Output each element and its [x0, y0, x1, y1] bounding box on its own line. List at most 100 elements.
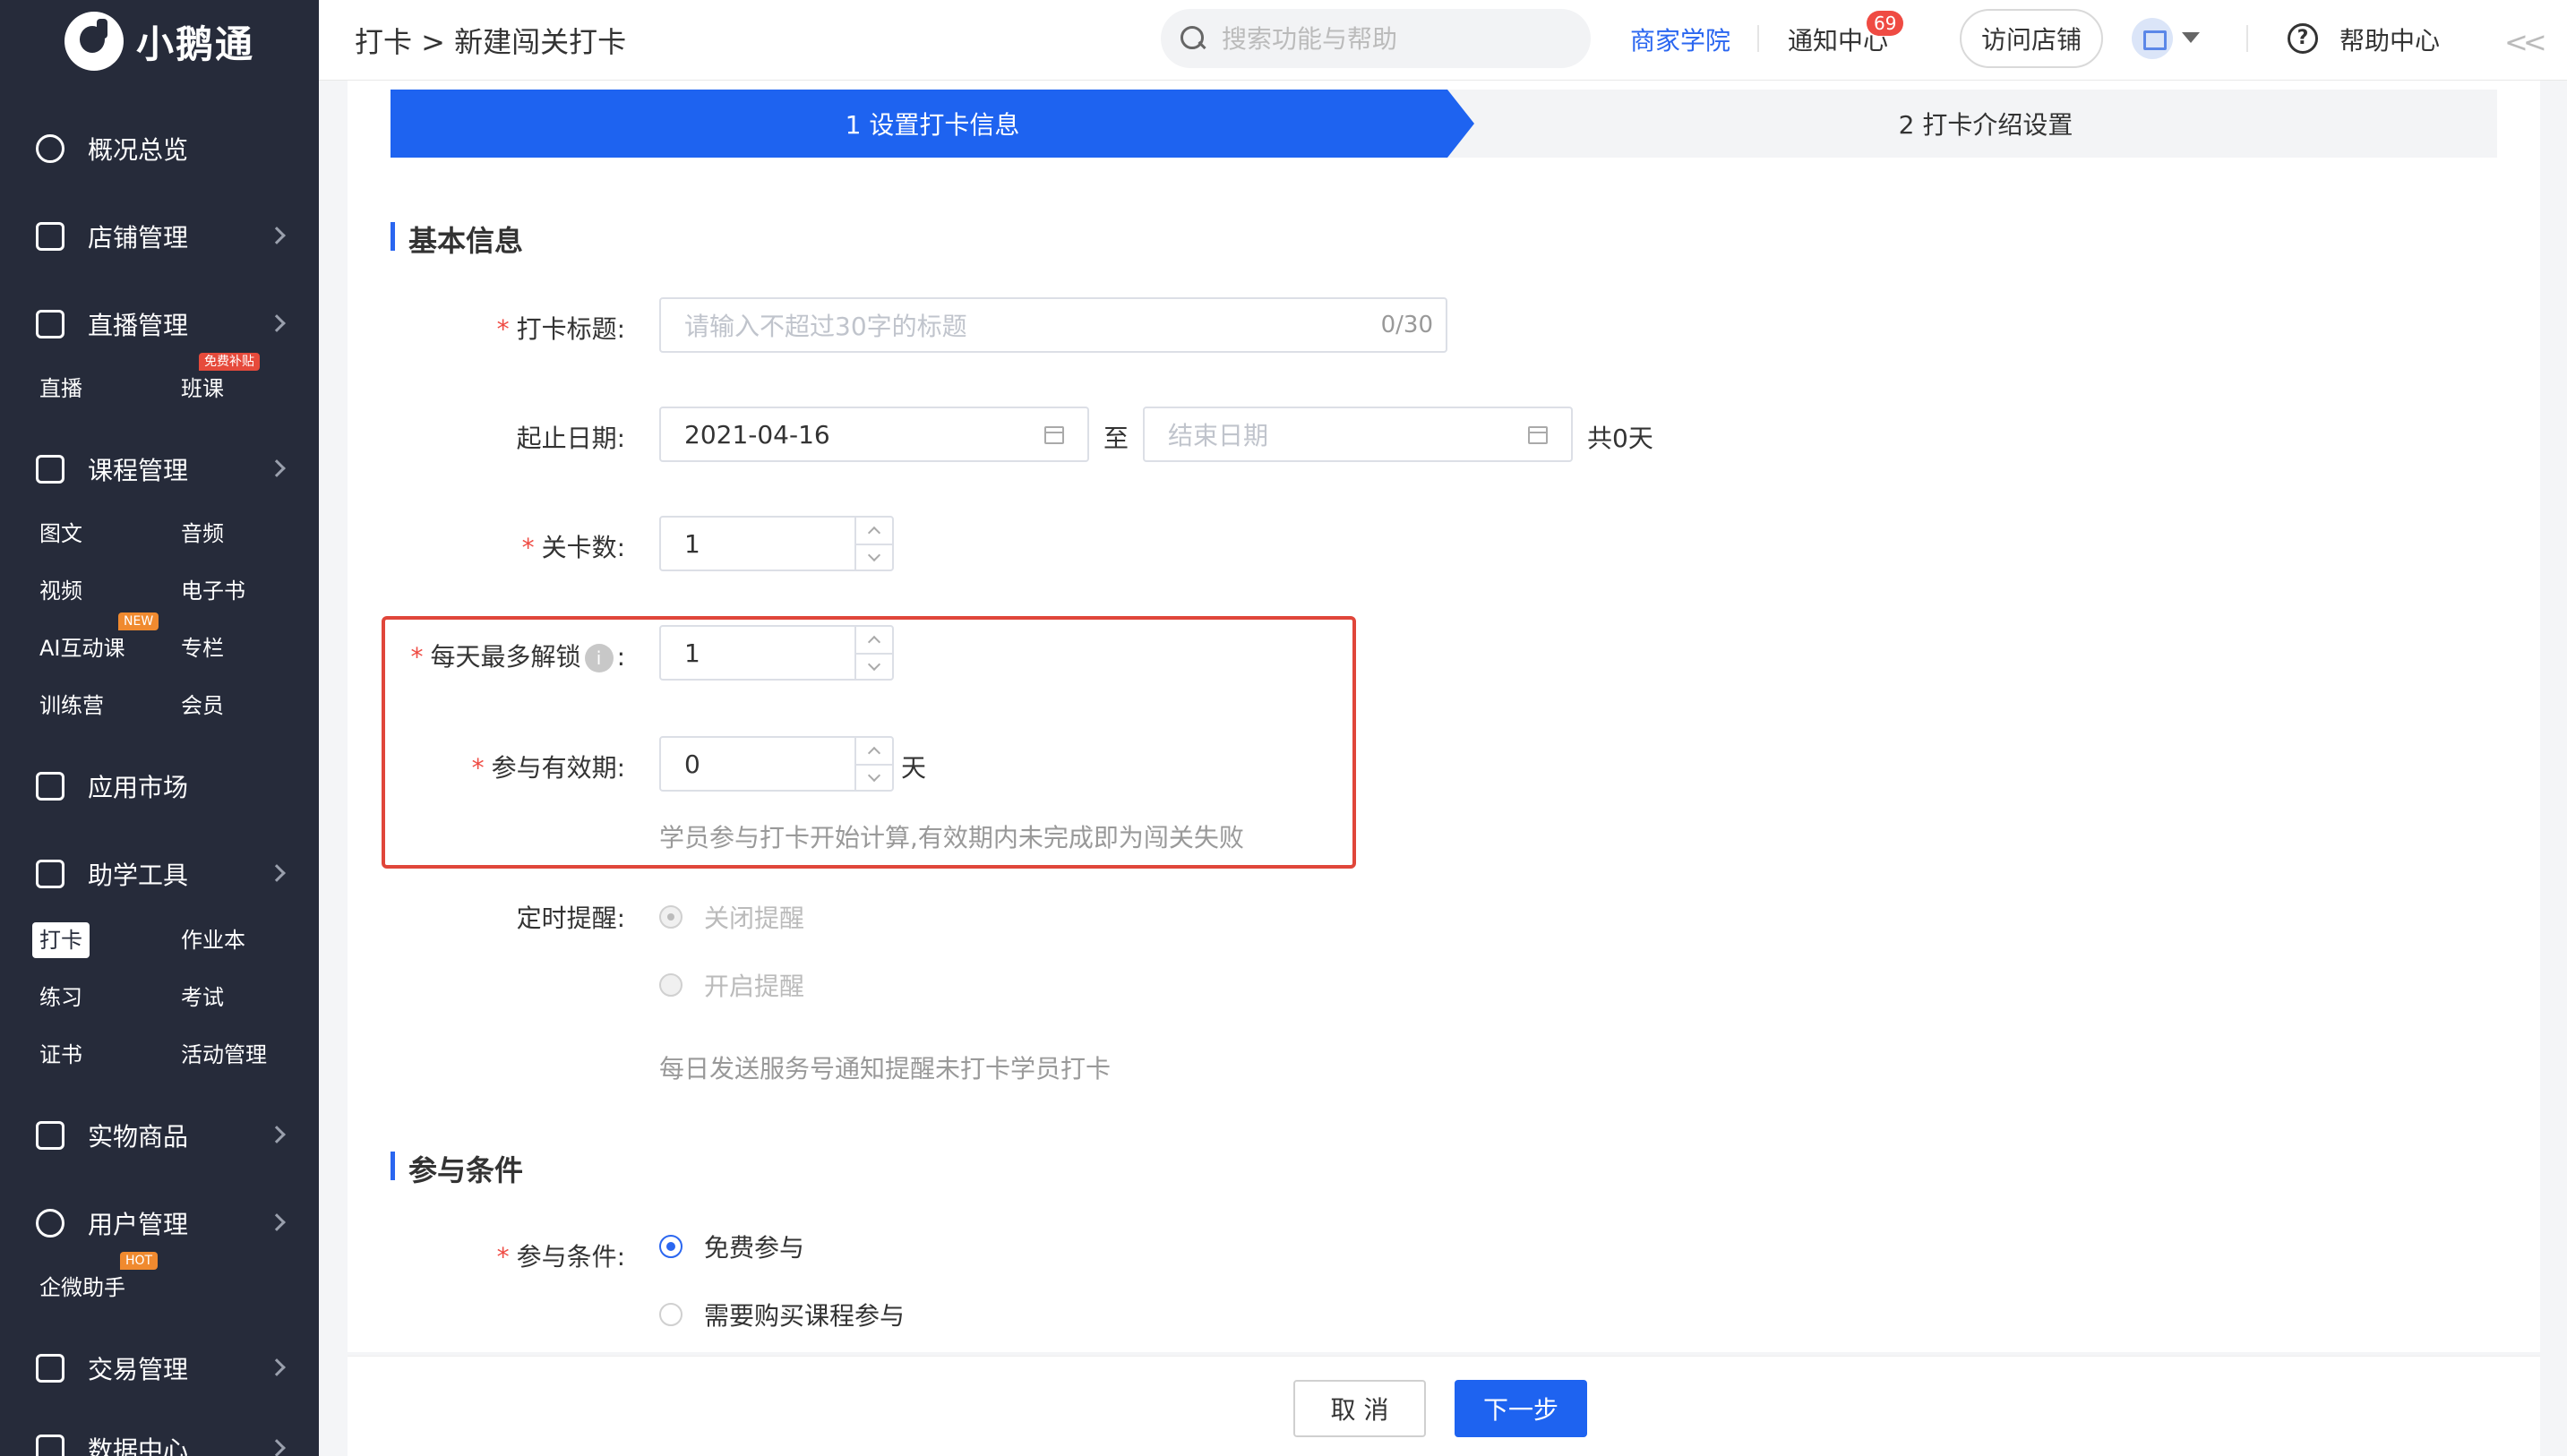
sidebar-item-goods[interactable]: 实物商品 — [36, 1114, 286, 1157]
title-label: * 打卡标题: — [348, 310, 625, 346]
end-date-input[interactable]: 结束日期 — [1143, 407, 1573, 462]
cancel-button[interactable]: 取 消 — [1293, 1380, 1426, 1437]
chevron-right-icon — [268, 864, 286, 882]
hot-tag: HOT — [120, 1252, 159, 1270]
date-separator: 至 — [1103, 424, 1129, 453]
pie-chart-icon — [36, 134, 64, 163]
caret-down-icon[interactable] — [2182, 32, 2200, 43]
sidebar-sub-exam[interactable]: 考试 — [181, 980, 224, 1015]
reminder-on-label: 开启提醒 — [704, 972, 805, 1001]
sidebar-item-overview[interactable]: 概况总览 — [36, 127, 283, 170]
sidebar-sub-audio[interactable]: 音频 — [181, 516, 224, 552]
next-step-button[interactable]: 下一步 — [1455, 1380, 1587, 1437]
validity-value: 0 — [684, 749, 700, 779]
calendar-icon — [1044, 426, 1064, 444]
decrement-button[interactable] — [856, 764, 892, 790]
paid-participation-radio[interactable]: 需要购买课程参与 — [659, 1297, 905, 1332]
increment-button[interactable] — [856, 627, 892, 653]
step-2: 2 打卡介绍设置 — [1474, 90, 2497, 158]
logo-text: 小鹅通 — [136, 21, 255, 66]
sidebar-item-tools[interactable]: 助学工具 — [36, 852, 286, 895]
title-input[interactable]: 请输入不超过30字的标题 0/30 — [659, 297, 1447, 353]
required-mark: * — [521, 533, 535, 562]
decrement-button[interactable] — [856, 653, 892, 679]
info-icon[interactable]: i — [584, 644, 614, 672]
header-divider — [1757, 25, 1759, 52]
validity-unit: 天 — [901, 753, 927, 783]
radio-icon — [659, 905, 683, 929]
reminder-label: 定时提醒: — [516, 904, 625, 933]
daily-unlock-colon: : — [616, 642, 625, 672]
chevron-right-icon — [268, 314, 286, 332]
search-box[interactable] — [1161, 9, 1591, 68]
sidebar-sub-article[interactable]: 图文 — [39, 516, 82, 552]
sidebar-item-label: 交易管理 — [88, 1355, 189, 1384]
sidebar-sub-homework[interactable]: 作业本 — [181, 922, 245, 958]
search-input[interactable] — [1222, 23, 1562, 54]
sidebar-sub-live[interactable]: 直播 — [39, 371, 82, 407]
shopping-bag-icon — [36, 1121, 64, 1150]
total-days: 共0天 — [1587, 424, 1653, 453]
step-1-label: 1 设置打卡信息 — [845, 110, 1020, 140]
sidebar-sub-video[interactable]: 视频 — [39, 573, 82, 609]
sidebar-item-app-market[interactable]: 应用市场 — [36, 765, 283, 808]
sidebar-sub-certificate[interactable]: 证书 — [39, 1037, 82, 1073]
sidebar-sub-camp[interactable]: 训练营 — [39, 688, 104, 724]
store-icon — [36, 222, 64, 251]
chevron-right-icon — [268, 1358, 286, 1376]
validity-stepper[interactable]: 0 — [659, 736, 894, 792]
daily-unlock-label-text: 每天最多解锁 — [430, 642, 581, 672]
sidebar-sub-activity[interactable]: 活动管理 — [181, 1037, 267, 1073]
chart-icon — [36, 1435, 64, 1456]
reminder-on-radio[interactable]: 开启提醒 — [659, 967, 804, 1003]
paid-participation-label: 需要购买课程参与 — [704, 1301, 906, 1331]
help-icon[interactable]: ? — [2288, 23, 2318, 54]
decrement-button[interactable] — [856, 544, 892, 570]
levels-stepper[interactable]: 1 — [659, 516, 894, 571]
help-center-link[interactable]: 帮助中心 — [2339, 21, 2440, 57]
sidebar-sub-practice[interactable]: 练习 — [39, 980, 82, 1015]
section-title-conditions: 参与条件 — [391, 1148, 523, 1189]
sidebar: 小鹅通 概况总览 店铺管理 直播管理 直播 班课 免费补贴 课程管理 图文 音频… — [0, 0, 319, 1456]
new-tag: NEW — [118, 612, 159, 630]
sidebar-sub-member[interactable]: 会员 — [181, 688, 224, 724]
sidebar-item-data[interactable]: 数据中心 — [36, 1427, 286, 1456]
title-char-count: 0/30 — [1380, 312, 1433, 338]
collapse-icon[interactable]: << — [2504, 25, 2547, 59]
sidebar-item-label: 助学工具 — [88, 861, 189, 890]
chevron-right-icon — [268, 1213, 286, 1231]
sidebar-sub-column[interactable]: 专栏 — [181, 630, 224, 666]
date-label: 起止日期: — [516, 424, 625, 453]
free-participation-radio[interactable]: 免费参与 — [659, 1229, 804, 1264]
stepper — [854, 518, 892, 570]
sidebar-item-course[interactable]: 课程管理 — [36, 448, 286, 491]
section-title-basic: 基本信息 — [391, 218, 523, 260]
logo[interactable]: 小鹅通 — [64, 11, 254, 72]
step-2-label: 2 打卡介绍设置 — [1898, 110, 2073, 140]
video-camera-icon — [36, 310, 64, 338]
store-avatar[interactable] — [2132, 18, 2173, 59]
radio-icon — [659, 1235, 683, 1258]
stepper — [854, 738, 892, 790]
free-participation-label: 免费参与 — [704, 1233, 805, 1263]
increment-button[interactable] — [856, 518, 892, 544]
reminder-off-radio[interactable]: 关闭提醒 — [659, 899, 804, 935]
sidebar-sub-ebook[interactable]: 电子书 — [181, 573, 245, 609]
sidebar-item-trade[interactable]: 交易管理 — [36, 1347, 286, 1390]
start-date-input[interactable]: 2021-04-16 — [659, 407, 1089, 462]
merchant-academy-link[interactable]: 商家学院 — [1630, 21, 1730, 57]
sidebar-sub-ai-course[interactable]: AI互动课 — [39, 630, 125, 666]
sidebar-item-store[interactable]: 店铺管理 — [36, 215, 286, 258]
daily-unlock-stepper[interactable]: 1 — [659, 625, 894, 681]
sidebar-item-live[interactable]: 直播管理 — [36, 303, 286, 346]
reminder-hint: 每日发送服务号通知提醒未打卡学员打卡 — [659, 1054, 1112, 1083]
increment-button[interactable] — [856, 738, 892, 764]
sidebar-sub-checkin[interactable]: 打卡 — [32, 922, 90, 958]
daily-unlock-label: * 每天最多解锁 i: — [348, 638, 625, 673]
grid-icon — [36, 772, 64, 801]
visit-store-button[interactable]: 访问店铺 — [1960, 9, 2103, 68]
sidebar-sub-wecom[interactable]: 企微助手 — [39, 1270, 125, 1306]
sidebar-item-users[interactable]: 用户管理 — [36, 1202, 286, 1245]
sidebar-sub-class[interactable]: 班课 — [181, 371, 224, 407]
reminder-off-label: 关闭提醒 — [704, 904, 805, 933]
